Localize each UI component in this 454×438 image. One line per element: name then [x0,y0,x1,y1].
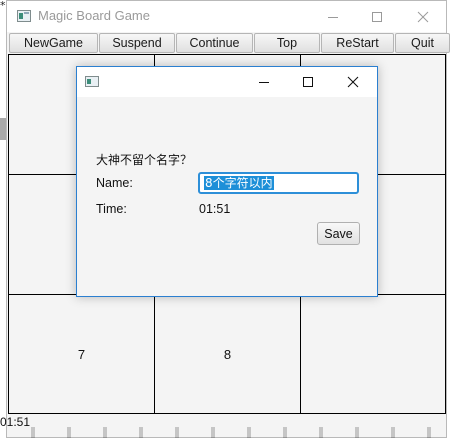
main-titlebar[interactable]: Magic Board Game [7,1,446,32]
name-label: Name: [96,176,133,190]
background-ghost-text [17,427,437,438]
window-title: Magic Board Game [38,8,150,23]
app-icon [85,76,99,87]
name-input-value: 8个字符以内 [204,176,274,190]
save-score-dialog: 大神不留个名字？ Name: 8个字符以内 Time: 01:51 Save [76,66,378,297]
minimize-icon [259,82,269,83]
close-button[interactable] [401,1,445,32]
close-icon [347,76,359,88]
newgame-button[interactable]: NewGame [9,33,98,53]
quit-button[interactable]: Quit [395,33,450,53]
dialog-prompt: 大神不留个名字？ [96,153,193,167]
board-cell-9[interactable] [300,294,446,414]
name-input[interactable]: 8个字符以内 [198,172,359,194]
board-cell-8[interactable]: 8 [154,294,301,414]
save-button[interactable]: Save [317,222,360,245]
suspend-button[interactable]: Suspend [99,33,175,53]
close-icon [417,11,429,22]
background-marker: * [0,0,6,12]
maximize-icon [372,11,382,22]
dialog-maximize-button[interactable] [286,67,330,97]
minimize-button[interactable] [311,1,355,32]
maximize-icon [303,77,313,87]
continue-button[interactable]: Continue [176,33,253,53]
dialog-titlebar[interactable] [77,67,377,97]
elapsed-time-status: 01:51 [0,415,31,429]
time-value: 01:51 [199,202,231,216]
app-icon [17,10,31,22]
top-button[interactable]: Top [254,33,320,53]
dialog-minimize-button[interactable] [242,67,286,97]
maximize-button[interactable] [355,1,399,32]
board-cell-7[interactable]: 7 [8,294,155,414]
dialog-close-button[interactable] [331,67,375,97]
minimize-icon [328,16,338,18]
screen: * Magic Board Game NewGame Suspend Conti… [0,0,454,438]
menu-bar: NewGame Suspend Continue Top ReStart Qui… [9,33,451,53]
time-label: Time: [96,202,127,216]
restart-button[interactable]: ReStart [321,33,394,53]
